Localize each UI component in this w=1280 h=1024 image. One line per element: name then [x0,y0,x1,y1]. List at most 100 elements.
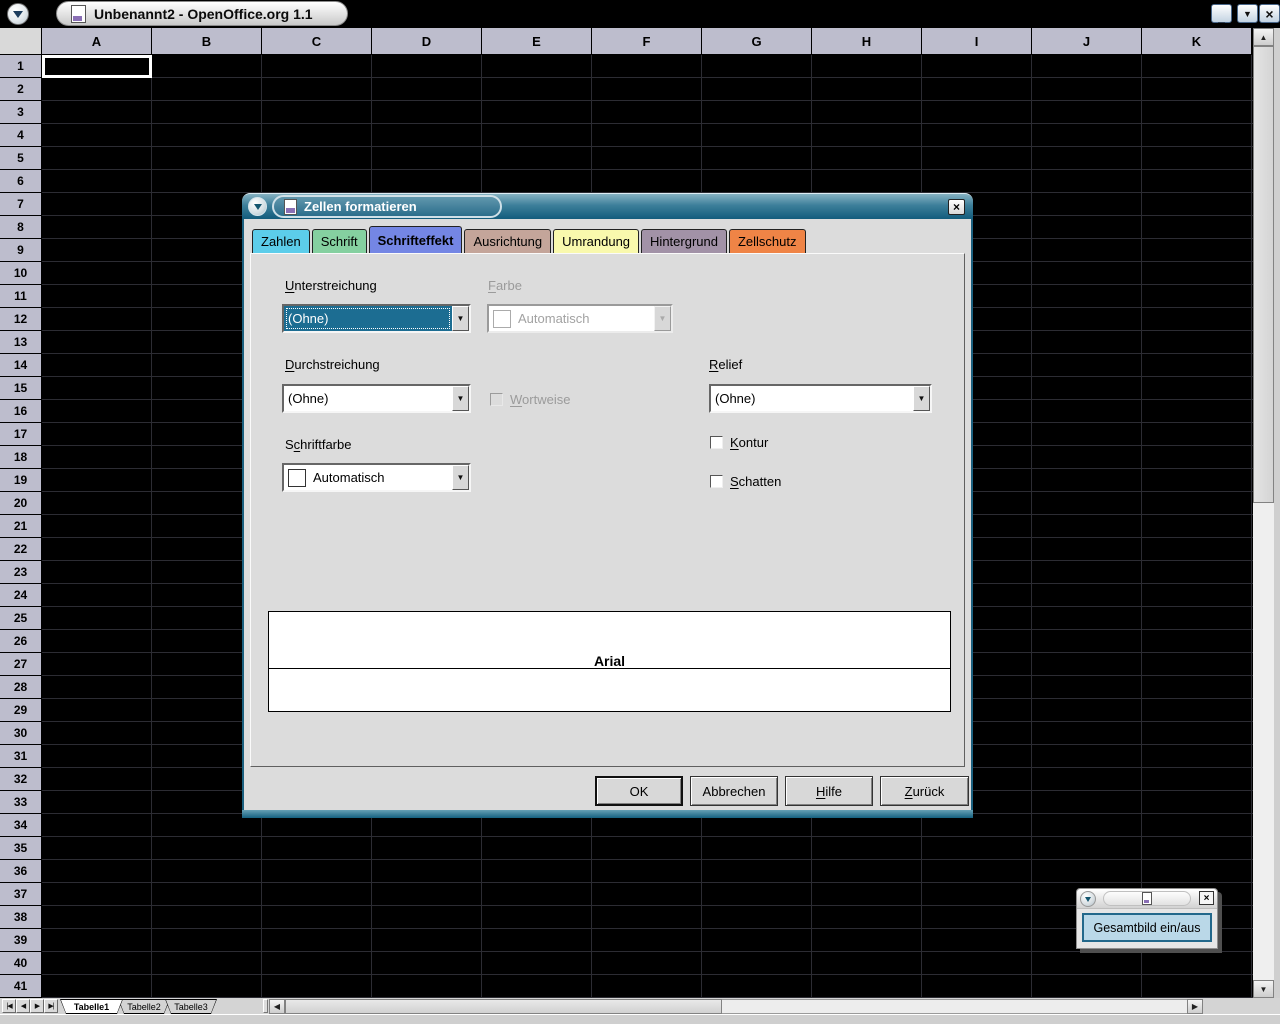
row-header[interactable]: 7 [0,193,42,216]
selected-cell[interactable] [42,55,152,78]
dialog-tab[interactable]: Schrift [312,229,367,253]
minimize-button[interactable]: _ [1211,4,1232,23]
font-color-dropdown-button[interactable]: ▼ [452,465,469,490]
shadow-checkbox[interactable] [710,475,723,488]
sheet-tab[interactable]: Tabelle2 [118,999,170,1014]
row-header[interactable]: 26 [0,630,42,653]
row-header[interactable]: 20 [0,492,42,515]
row-header[interactable]: 2 [0,78,42,101]
dialog-menu-button[interactable] [248,197,267,216]
row-header[interactable]: 28 [0,676,42,699]
sheet-tab[interactable]: Tabelle1 [60,999,123,1014]
row-header[interactable]: 17 [0,423,42,446]
strikethrough-dropdown-button[interactable]: ▼ [452,386,469,411]
outline-checkbox[interactable] [710,436,723,449]
row-header[interactable]: 10 [0,262,42,285]
row-header[interactable]: 41 [0,975,42,998]
overview-toggle-button[interactable]: Gesamtbild ein/aus [1082,913,1212,942]
column-header[interactable]: I [922,28,1032,55]
row-header[interactable]: 38 [0,906,42,929]
row-header[interactable]: 14 [0,354,42,377]
row-header[interactable]: 33 [0,791,42,814]
sheet-next-button[interactable]: ▶ [30,999,44,1013]
column-header[interactable]: D [372,28,482,55]
scroll-left-button[interactable]: ◀ [269,999,285,1014]
relief-dropdown-button[interactable]: ▼ [913,386,930,411]
font-color-combobox[interactable]: Automatisch ▼ [282,463,471,492]
sheet-first-button[interactable]: |◀ [2,999,16,1013]
row-header[interactable]: 37 [0,883,42,906]
outline-checkbox-row[interactable]: Kontur [710,435,768,450]
row-header[interactable]: 11 [0,285,42,308]
column-header[interactable]: K [1142,28,1252,55]
sheet-tab[interactable]: Tabelle3 [165,999,217,1014]
column-header[interactable]: J [1032,28,1142,55]
row-header[interactable]: 9 [0,239,42,262]
column-header[interactable]: B [152,28,262,55]
row-header[interactable]: 4 [0,124,42,147]
row-header[interactable]: 16 [0,400,42,423]
row-header[interactable]: 6 [0,170,42,193]
dialog-tab[interactable]: Hintergrund [641,229,727,253]
shadow-checkbox-row[interactable]: Schatten [710,474,781,489]
help-button[interactable]: Hilfe [785,776,873,806]
float-window-titlebar[interactable]: × [1077,889,1217,909]
cancel-button[interactable]: Abbrechen [690,776,778,806]
row-header[interactable]: 15 [0,377,42,400]
dialog-tab[interactable]: Zellschutz [729,229,806,253]
vertical-scrollbar-thumb[interactable] [1253,46,1274,503]
row-header[interactable]: 29 [0,699,42,722]
row-header[interactable]: 32 [0,768,42,791]
row-header[interactable]: 5 [0,147,42,170]
row-header[interactable]: 18 [0,446,42,469]
row-header[interactable]: 25 [0,607,42,630]
row-header[interactable]: 31 [0,745,42,768]
dialog-tab[interactable]: Zahlen [252,229,310,253]
horizontal-scrollbar-thumb[interactable] [285,999,722,1014]
column-header[interactable]: G [702,28,812,55]
row-header[interactable]: 24 [0,584,42,607]
row-header[interactable]: 3 [0,101,42,124]
ok-button[interactable]: OK [595,776,683,806]
dialog-tab[interactable]: Ausrichtung [464,229,551,253]
row-header[interactable]: 22 [0,538,42,561]
row-header[interactable]: 30 [0,722,42,745]
row-header[interactable]: 36 [0,860,42,883]
row-header[interactable]: 27 [0,653,42,676]
dialog-close-button[interactable]: × [948,199,965,215]
back-button[interactable]: Zurück [880,776,969,806]
row-header[interactable]: 40 [0,952,42,975]
window-titlebar[interactable]: Unbenannt2 - OpenOffice.org 1.1 _ ▼ × [0,0,1280,28]
relief-combobox[interactable]: (Ohne) ▼ [709,384,932,413]
float-window-close-button[interactable]: × [1199,891,1214,905]
row-header[interactable]: 13 [0,331,42,354]
close-button[interactable]: × [1259,4,1280,23]
row-header[interactable]: 21 [0,515,42,538]
underline-combobox[interactable]: (Ohne) ▼ [282,304,471,333]
shade-button[interactable]: ▼ [1237,4,1258,23]
row-header[interactable]: 1 [0,55,42,78]
row-header[interactable]: 12 [0,308,42,331]
row-header[interactable]: 39 [0,929,42,952]
column-header[interactable]: C [262,28,372,55]
scroll-down-button[interactable]: ▼ [1253,980,1274,998]
dialog-tab[interactable]: Schrifteffekt [369,226,463,253]
scroll-up-button[interactable]: ▲ [1253,28,1274,46]
column-header[interactable]: A [42,28,152,55]
column-header[interactable]: F [592,28,702,55]
select-all-corner[interactable] [0,28,42,55]
sheet-prev-button[interactable]: ◀ [16,999,30,1013]
sheet-last-button[interactable]: ▶| [44,999,58,1013]
dialog-titlebar[interactable]: Zellen formatieren × [242,193,973,219]
row-header[interactable]: 35 [0,837,42,860]
dialog-tab[interactable]: Umrandung [553,229,639,253]
underline-dropdown-button[interactable]: ▼ [452,306,469,331]
row-header[interactable]: 8 [0,216,42,239]
tab-scrollbar-splitter[interactable] [263,999,268,1013]
row-header[interactable]: 34 [0,814,42,837]
window-menu-button[interactable] [7,3,29,25]
row-header[interactable]: 19 [0,469,42,492]
scroll-right-button[interactable]: ▶ [1187,999,1203,1014]
column-header[interactable]: H [812,28,922,55]
float-window-menu-button[interactable] [1080,891,1096,907]
